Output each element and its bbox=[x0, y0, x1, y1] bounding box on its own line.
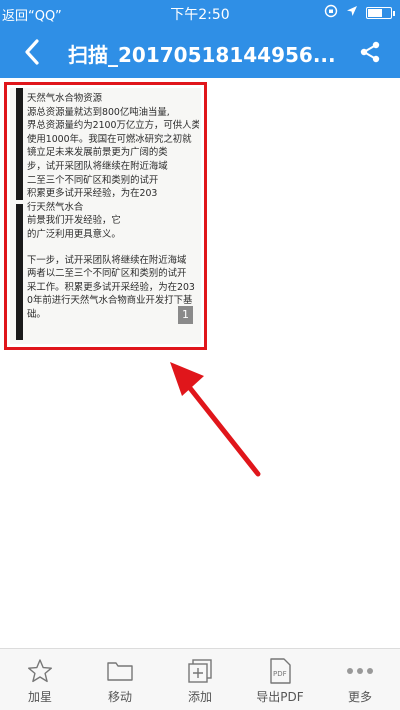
share-button[interactable] bbox=[354, 36, 386, 68]
red-arrow-annotation bbox=[170, 362, 261, 477]
scan-edge-strip bbox=[16, 88, 23, 340]
status-bar: 返回“QQ” 下午2:50 bbox=[0, 0, 400, 26]
battery-icon bbox=[366, 7, 395, 19]
star-icon bbox=[28, 659, 52, 683]
export-pdf-button[interactable]: PDF 导出PDF bbox=[240, 649, 320, 710]
page-number-badge: 1 bbox=[178, 306, 193, 324]
more-button[interactable]: 更多 bbox=[320, 649, 400, 710]
folder-icon bbox=[107, 662, 133, 681]
star-label: 加星 bbox=[27, 690, 52, 704]
bottom-toolbar: 加星 移动 添加 PDF 导出PDF 更多 bbox=[0, 648, 400, 710]
svg-text:PDF: PDF bbox=[273, 670, 287, 678]
more-label: 更多 bbox=[347, 690, 372, 704]
move-button[interactable]: 移动 bbox=[80, 649, 160, 710]
chevron-left-icon bbox=[25, 39, 39, 65]
add-button[interactable]: 添加 bbox=[160, 649, 240, 710]
export-pdf-label: 导出PDF bbox=[256, 690, 304, 704]
star-button[interactable]: 加星 bbox=[0, 649, 80, 710]
back-button[interactable] bbox=[12, 34, 52, 70]
add-page-icon bbox=[188, 659, 212, 683]
document-thumbnail[interactable]: 天然气水合物资源 源总资源量就达到800亿吨油当量, 界总资源量约为2100万亿… bbox=[4, 82, 207, 350]
scanned-text: 天然气水合物资源 源总资源量就达到800亿吨油当量, 界总资源量约为2100万亿… bbox=[27, 93, 199, 320]
more-icon bbox=[347, 668, 373, 674]
move-label: 移动 bbox=[107, 690, 132, 704]
page-title: 扫描_20170518144956... bbox=[68, 43, 336, 67]
status-icons bbox=[324, 4, 395, 22]
scanned-page: 天然气水合物资源 源总资源量就达到800亿吨油当量, 界总资源量约为2100万亿… bbox=[10, 88, 201, 344]
nav-bar: 扫描_20170518144956... bbox=[0, 26, 400, 78]
share-icon bbox=[360, 41, 380, 63]
pdf-icon: PDF bbox=[270, 658, 291, 684]
location-icon bbox=[346, 5, 358, 21]
add-label: 添加 bbox=[187, 690, 212, 704]
orientation-lock-icon bbox=[324, 4, 338, 22]
